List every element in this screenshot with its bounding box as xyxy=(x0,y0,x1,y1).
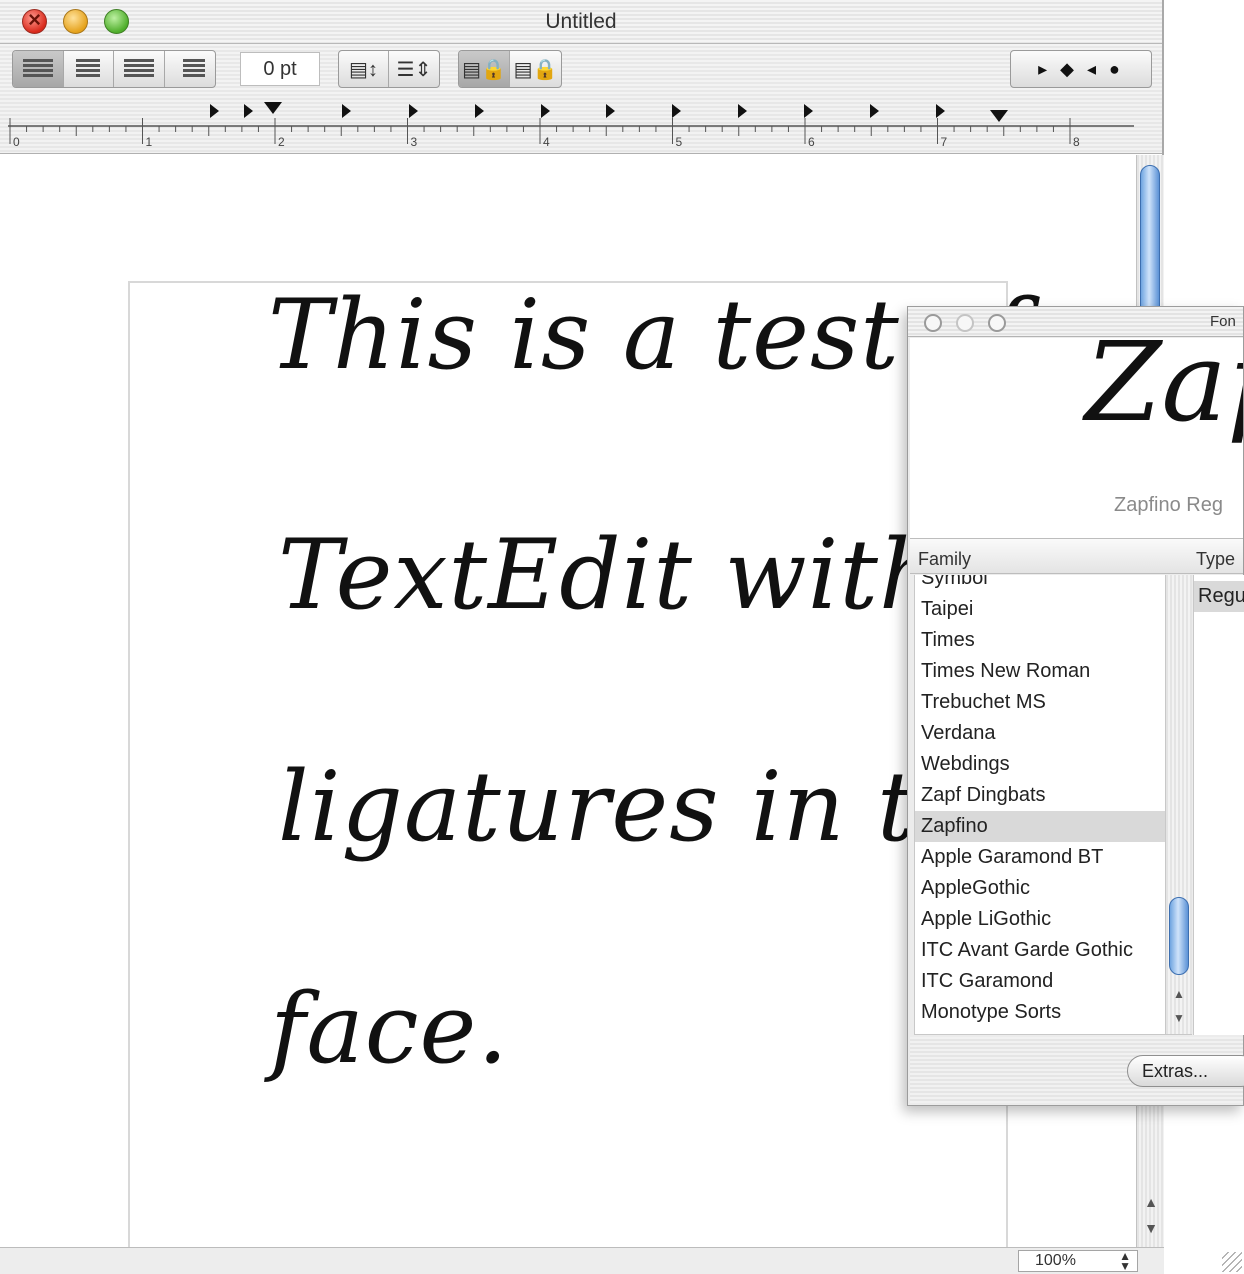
typeface-header: Type xyxy=(1196,549,1236,569)
font-family-item[interactable]: Trebuchet MS xyxy=(921,687,1046,718)
spacing-control: ▤↕ ☰⇕ xyxy=(338,50,440,88)
document-page[interactable]: This is a test of TextEdit with ligature… xyxy=(128,279,1091,1271)
tab-stop-marker[interactable] xyxy=(244,104,253,118)
align-center-button[interactable] xyxy=(64,51,114,87)
line-spacing-button[interactable]: ▤↕ xyxy=(339,51,390,87)
font-family-item[interactable]: Verdana xyxy=(921,718,996,749)
list-button[interactable]: ☰⇕ xyxy=(389,51,439,87)
align-justify-icon xyxy=(123,59,154,79)
zoom-value: 100% xyxy=(1035,1252,1076,1269)
font-panel-close-button[interactable] xyxy=(924,314,942,332)
font-panel-title: Fon xyxy=(1210,313,1236,330)
font-family-item[interactable]: Symbol xyxy=(921,575,988,594)
font-panel-minimize-button[interactable] xyxy=(956,314,974,332)
tab-stop-marker[interactable] xyxy=(606,104,615,118)
tab-stop-marker[interactable] xyxy=(738,104,747,118)
align-left-button[interactable] xyxy=(13,51,64,87)
tab-stop-marker[interactable] xyxy=(210,104,219,118)
font-family-item[interactable]: Monotype Sorts xyxy=(921,997,1061,1028)
tab-stop-icons[interactable]: ▸ ◆ ◂ ● xyxy=(1011,51,1151,87)
ruler-number: 1 xyxy=(146,135,153,149)
font-family-item[interactable]: Apple Garamond BT xyxy=(921,842,1103,873)
align-center-icon xyxy=(76,59,101,79)
tab-stop-marker[interactable] xyxy=(475,104,484,118)
align-right-button[interactable] xyxy=(165,51,216,87)
tab-stop-marker[interactable] xyxy=(672,104,681,118)
ruler-number: 7 xyxy=(941,135,948,149)
font-family-item[interactable]: Times New Roman xyxy=(921,656,1090,687)
align-left-icon xyxy=(22,59,53,79)
spacing-field[interactable]: 0 pt xyxy=(240,52,320,86)
family-list[interactable]: Symbol Taipei Times Times New Roman Trebuche… xyxy=(914,575,1165,1035)
text-line-4[interactable]: face. xyxy=(270,973,509,1085)
ruler[interactable]: 0 1 2 3 4 5 6 7 8 xyxy=(0,96,1162,154)
window-title: Untitled xyxy=(545,10,617,33)
ruler-number: 6 xyxy=(808,135,815,149)
zoom-select[interactable]: 100% ▲ ▼ xyxy=(1018,1250,1138,1272)
font-panel-zoom-button[interactable] xyxy=(988,314,1006,332)
typeface-item-selected[interactable]: Regu xyxy=(1194,581,1244,612)
font-family-item[interactable]: Webdings xyxy=(921,749,1010,780)
status-bar: 100% ▲ ▼ xyxy=(0,1247,1164,1274)
font-family-item[interactable]: ITC Avant Garde Gothic xyxy=(921,935,1133,966)
font-family-item[interactable]: AppleGothic xyxy=(921,873,1030,904)
ruler-number: 5 xyxy=(676,135,683,149)
ruler-number: 4 xyxy=(543,135,550,149)
family-scroll-thumb[interactable] xyxy=(1169,897,1189,975)
tab-stop-marker[interactable] xyxy=(804,104,813,118)
lock-right-button[interactable]: ▤🔒 xyxy=(510,51,561,87)
resize-grip-icon[interactable] xyxy=(1222,1252,1242,1272)
extras-button[interactable]: Extras... xyxy=(1127,1055,1244,1087)
family-scroll-up-icon[interactable]: ▲ xyxy=(1168,983,1190,1005)
font-panel: Fon Zap Zapfino Reg Family Type SymbolTa… xyxy=(907,306,1244,1106)
format-toolbar: 0 pt ▤↕ ☰⇕ ▤🔒 ▤🔒 ▸ ◆ ◂ ● xyxy=(0,44,1162,96)
family-header: Family xyxy=(918,549,971,569)
lock-control: ▤🔒 ▤🔒 xyxy=(458,50,562,88)
align-justify-button[interactable] xyxy=(114,51,165,87)
font-list-headers: Family Type xyxy=(910,538,1243,574)
tab-stop-marker[interactable] xyxy=(409,104,418,118)
first-line-indent-marker[interactable] xyxy=(264,102,282,114)
ruler-graphic: 0 1 2 3 4 5 6 7 8 xyxy=(8,102,1134,149)
tab-stop-marker[interactable] xyxy=(870,104,879,118)
font-family-item[interactable]: Times xyxy=(921,625,975,656)
font-preview: Zap Zapfino Reg xyxy=(910,338,1243,538)
font-family-item[interactable]: Zapfino xyxy=(915,811,1165,842)
scroll-down-arrow-icon[interactable]: ▼ xyxy=(1140,1217,1162,1239)
ruler-number: 3 xyxy=(411,135,418,149)
text-line-2[interactable]: TextEdit with xyxy=(278,519,942,631)
lock-open-icon: ▤🔒 xyxy=(513,58,558,81)
family-scroll-down-icon[interactable]: ▼ xyxy=(1168,1007,1190,1029)
align-right-icon xyxy=(182,59,205,79)
zoom-stepper-icon[interactable]: ▲ ▼ xyxy=(1119,1250,1131,1272)
font-preview-label: Zapfino Reg xyxy=(1114,494,1223,516)
title-bar[interactable]: Untitled xyxy=(0,0,1162,44)
font-family-item[interactable]: ITC Garamond xyxy=(921,966,1053,997)
font-preview-sample: Zap xyxy=(1085,338,1243,446)
ruler-number: 0 xyxy=(13,135,20,149)
alignment-control xyxy=(12,50,216,88)
line-spacing-icon: ▤↕ xyxy=(349,58,378,81)
font-family-item[interactable]: Taipei xyxy=(921,594,973,625)
typeface-list[interactable]: Regu xyxy=(1193,575,1244,1035)
tab-stop-marker[interactable] xyxy=(541,104,550,118)
ruler-number: 2 xyxy=(278,135,285,149)
tab-stop-marker[interactable] xyxy=(936,104,945,118)
font-family-item[interactable]: Apple LiGothic xyxy=(921,904,1051,935)
font-family-item[interactable]: Zapf Dingbats xyxy=(921,780,1046,811)
family-list-scrollbar[interactable]: ▲ ▼ xyxy=(1165,575,1192,1035)
tab-stop-marker[interactable] xyxy=(342,104,351,118)
lock-icon: ▤🔒 xyxy=(462,58,506,81)
font-panel-title-bar[interactable]: Fon xyxy=(908,307,1243,337)
tab-stops-control[interactable]: ▸ ◆ ◂ ● xyxy=(1010,50,1152,88)
lock-left-button[interactable]: ▤🔒 xyxy=(459,51,511,87)
scroll-up-arrow-icon[interactable]: ▲ xyxy=(1140,1191,1162,1213)
right-margin-marker[interactable] xyxy=(990,110,1008,122)
ruler-number: 8 xyxy=(1073,135,1080,149)
font-panel-bottom-bar: Extras... xyxy=(910,1037,1244,1103)
list-icon: ☰⇕ xyxy=(396,58,432,81)
